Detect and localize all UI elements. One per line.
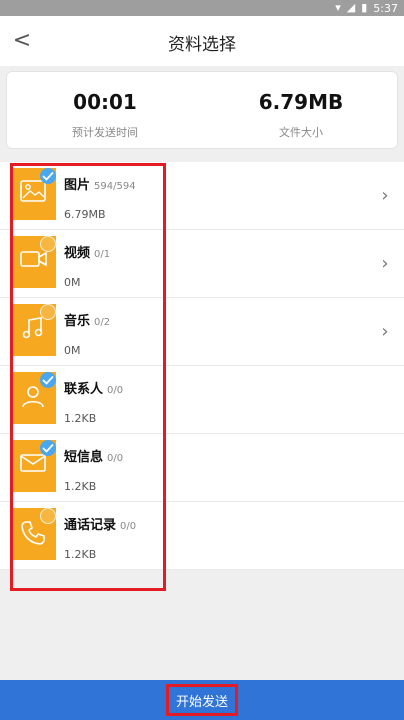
check-icon bbox=[42, 171, 54, 181]
item-size: 0M bbox=[64, 344, 81, 357]
image-icon bbox=[20, 180, 46, 202]
signal-icon: ◢ bbox=[346, 1, 356, 14]
checkbox-sms[interactable] bbox=[40, 440, 56, 456]
message-icon bbox=[20, 454, 46, 472]
file-size: 6.79MB 文件大小 bbox=[203, 72, 399, 150]
music-icon bbox=[22, 317, 43, 339]
item-count: 0/2 bbox=[94, 317, 111, 328]
checkbox-music[interactable] bbox=[40, 304, 56, 320]
item-size: 1.2KB bbox=[64, 480, 97, 493]
summary-card: 00:01 预计发送时间 6.79MB 文件大小 bbox=[6, 71, 398, 149]
status-bar: ▾ ◢ ▮ 5:37 bbox=[0, 0, 404, 16]
item-name: 图片 594/594 bbox=[64, 178, 136, 193]
item-size: 1.2KB bbox=[64, 412, 97, 425]
item-size: 6.79MB bbox=[64, 208, 106, 221]
list-item-images[interactable]: 图片 594/594 6.79MB › bbox=[0, 162, 404, 230]
status-time: 5:37 bbox=[373, 1, 398, 15]
item-count: 594/594 bbox=[94, 181, 136, 192]
item-count: 0/0 bbox=[107, 385, 124, 396]
phone-icon bbox=[21, 521, 45, 545]
estimated-time: 00:01 预计发送时间 bbox=[7, 72, 203, 150]
item-name: 视频 0/1 bbox=[64, 246, 111, 261]
contact-icon bbox=[22, 386, 44, 408]
item-count: 0/1 bbox=[94, 249, 111, 260]
checkbox-images[interactable] bbox=[40, 168, 56, 184]
check-icon bbox=[42, 375, 54, 385]
bottom-bar: 开始发送 bbox=[0, 680, 404, 720]
list-item-sms[interactable]: 短信息 0/0 1.2KB bbox=[0, 434, 404, 502]
list-item-call-log[interactable]: 通话记录 0/0 1.2KB bbox=[0, 502, 404, 570]
battery-icon: ▮ bbox=[361, 1, 368, 14]
list-item-contacts[interactable]: 联系人 0/0 1.2KB bbox=[0, 366, 404, 434]
file-size-value: 6.79MB bbox=[258, 90, 344, 114]
estimated-time-label: 预计发送时间 bbox=[72, 126, 138, 139]
top-bar: < 资料选择 bbox=[0, 16, 404, 66]
file-size-label: 文件大小 bbox=[279, 126, 323, 139]
start-send-button[interactable]: 开始发送 bbox=[166, 684, 238, 716]
checkbox-call-log[interactable] bbox=[40, 508, 56, 524]
check-icon bbox=[42, 443, 54, 453]
item-count: 0/0 bbox=[120, 521, 137, 532]
wifi-icon: ▾ bbox=[335, 1, 341, 14]
list-item-video[interactable]: 视频 0/1 0M › bbox=[0, 230, 404, 298]
chevron-right-icon[interactable]: › bbox=[376, 321, 394, 342]
item-name: 通话记录 0/0 bbox=[64, 518, 137, 533]
item-name: 联系人 0/0 bbox=[64, 382, 124, 397]
item-count: 0/0 bbox=[107, 453, 124, 464]
item-name: 短信息 0/0 bbox=[64, 450, 124, 465]
item-size: 1.2KB bbox=[64, 548, 97, 561]
checkbox-contacts[interactable] bbox=[40, 372, 56, 388]
data-type-list: 图片 594/594 6.79MB › 视频 0/1 0M › 音乐 0/2 0M › bbox=[0, 162, 404, 570]
list-item-music[interactable]: 音乐 0/2 0M › bbox=[0, 298, 404, 366]
chevron-right-icon[interactable]: › bbox=[376, 253, 394, 274]
item-size: 0M bbox=[64, 276, 81, 289]
chevron-right-icon[interactable]: › bbox=[376, 185, 394, 206]
page-title: 资料选择 bbox=[168, 35, 236, 55]
item-name: 音乐 0/2 bbox=[64, 314, 111, 329]
status-bar-right: ▾ ◢ ▮ 5:37 bbox=[335, 1, 398, 15]
estimated-time-value: 00:01 bbox=[73, 90, 137, 114]
checkbox-video[interactable] bbox=[40, 236, 56, 252]
